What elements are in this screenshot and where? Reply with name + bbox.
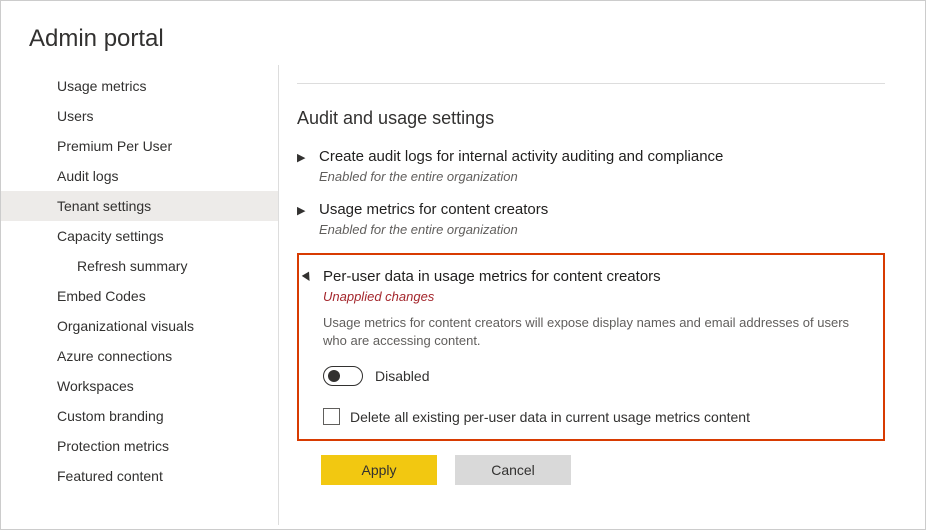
setting-audit-logs[interactable]: ▶ Create audit logs for internal activit… xyxy=(297,147,885,184)
setting-title: Create audit logs for internal activity … xyxy=(319,147,885,167)
button-row: Apply Cancel xyxy=(321,455,885,485)
section-heading: Audit and usage settings xyxy=(297,108,885,129)
sidebar-item-azure-connections[interactable]: Azure connections xyxy=(1,341,278,371)
delete-per-user-data-checkbox[interactable] xyxy=(323,408,340,425)
setting-status: Enabled for the entire organization xyxy=(319,222,885,237)
sidebar-item-workspaces[interactable]: Workspaces xyxy=(1,371,278,401)
checkbox-label: Delete all existing per-user data in cur… xyxy=(350,409,750,425)
page-title: Admin portal xyxy=(1,1,925,65)
sidebar-item-protection-metrics[interactable]: Protection metrics xyxy=(1,431,278,461)
setting-status: Enabled for the entire organization xyxy=(319,169,885,184)
toggle-knob-icon xyxy=(328,370,340,382)
sidebar-item-capacity-settings[interactable]: Capacity settings xyxy=(1,221,278,251)
sidebar-item-featured-content[interactable]: Featured content xyxy=(1,461,278,491)
sidebar-item-organizational-visuals[interactable]: Organizational visuals xyxy=(1,311,278,341)
divider xyxy=(297,83,885,84)
sidebar: Usage metrics Users Premium Per User Aud… xyxy=(1,65,279,525)
toggle-label: Disabled xyxy=(375,368,429,384)
sidebar-item-premium-per-user[interactable]: Premium Per User xyxy=(1,131,278,161)
caret-down-icon[interactable]: ▶ xyxy=(296,268,320,288)
sidebar-item-users[interactable]: Users xyxy=(1,101,278,131)
unapplied-changes-label: Unapplied changes xyxy=(323,289,871,304)
sidebar-item-embed-codes[interactable]: Embed Codes xyxy=(1,281,278,311)
caret-right-icon: ▶ xyxy=(297,147,307,169)
toggle-switch[interactable] xyxy=(323,366,363,386)
apply-button[interactable]: Apply xyxy=(321,455,437,485)
layout: Usage metrics Users Premium Per User Aud… xyxy=(1,65,925,525)
setting-usage-metrics[interactable]: ▶ Usage metrics for content creators Ena… xyxy=(297,200,885,237)
main-content: Audit and usage settings ▶ Create audit … xyxy=(279,65,925,525)
sidebar-item-refresh-summary[interactable]: Refresh summary xyxy=(1,251,278,281)
setting-title: Per-user data in usage metrics for conte… xyxy=(323,267,871,287)
cancel-button[interactable]: Cancel xyxy=(455,455,571,485)
sidebar-item-custom-branding[interactable]: Custom branding xyxy=(1,401,278,431)
caret-right-icon: ▶ xyxy=(297,200,307,222)
sidebar-item-usage-metrics[interactable]: Usage metrics xyxy=(1,71,278,101)
sidebar-item-tenant-settings[interactable]: Tenant settings xyxy=(1,191,278,221)
setting-title: Usage metrics for content creators xyxy=(319,200,885,220)
highlighted-setting: ▶ Per-user data in usage metrics for con… xyxy=(297,253,885,441)
setting-description: Usage metrics for content creators will … xyxy=(323,314,853,350)
sidebar-item-audit-logs[interactable]: Audit logs xyxy=(1,161,278,191)
